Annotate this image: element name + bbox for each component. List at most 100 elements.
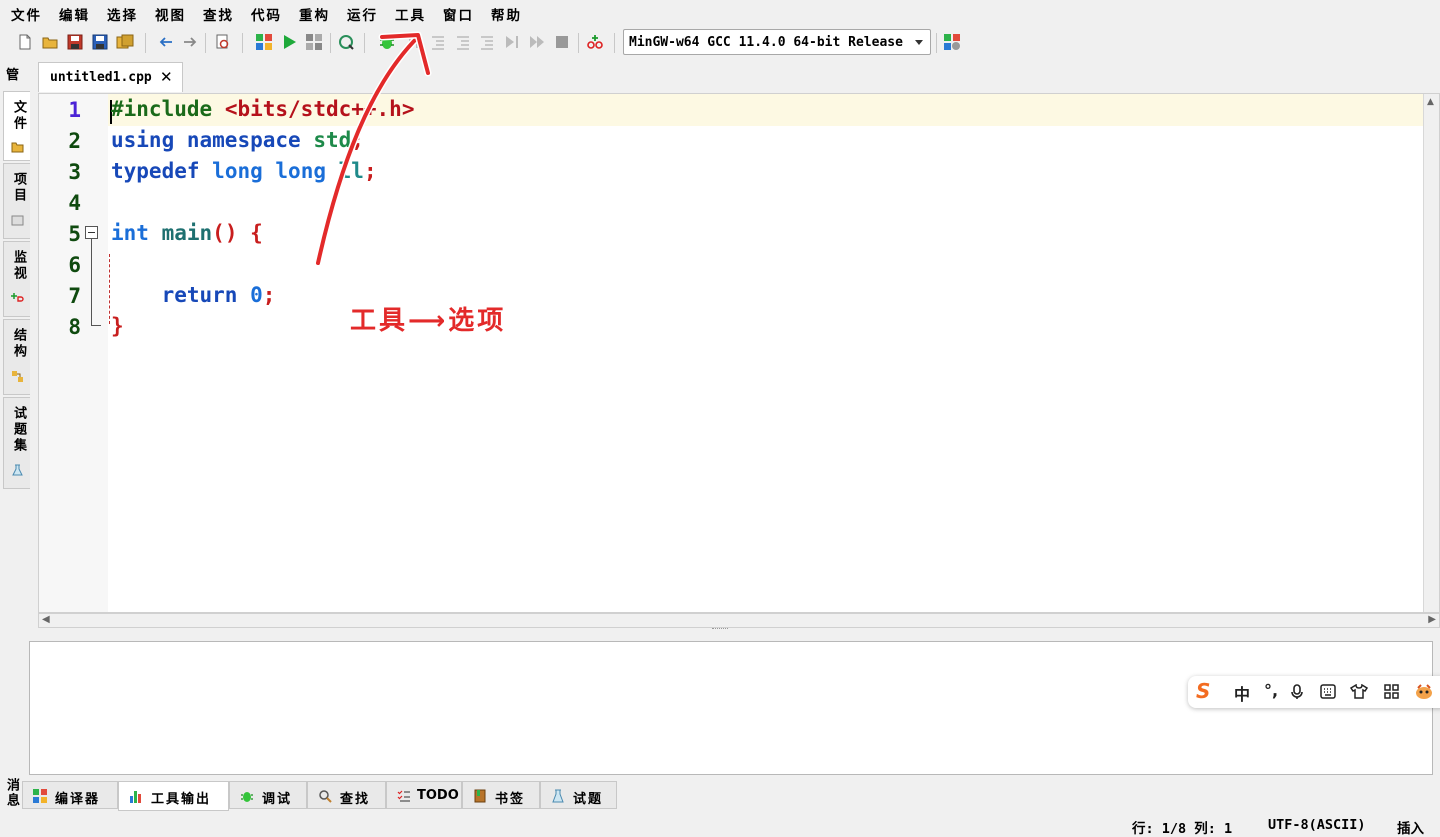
status-bar: 行: 1/8 列: 1 UTF-8(ASCII) 插入 bbox=[0, 812, 1440, 837]
compiler-set-select[interactable]: MinGW-w64 GCC 11.4.0 64-bit Release bbox=[623, 29, 931, 55]
keyword-token: return bbox=[161, 283, 238, 307]
save-as-icon[interactable] bbox=[91, 33, 109, 51]
step-out-icon[interactable] bbox=[478, 33, 496, 51]
bottom-tab-bar: 编译器 工具输出 调试 查找 TODO 书签 试题 bbox=[22, 781, 722, 811]
menu-run[interactable]: 运行 bbox=[347, 4, 378, 24]
checklist-icon bbox=[397, 790, 410, 802]
menu-file[interactable]: 文件 bbox=[11, 4, 42, 24]
punctuation-toggle[interactable]: °, bbox=[1264, 681, 1278, 700]
toolbar-separator bbox=[578, 33, 579, 53]
scroll-right-icon[interactable]: ▶ bbox=[1428, 614, 1436, 625]
vertical-scrollbar[interactable]: ▲ bbox=[1423, 94, 1439, 612]
run-to-cursor-icon[interactable] bbox=[503, 33, 521, 51]
toolbar-separator bbox=[936, 33, 937, 53]
tab-watch-label: 监视 bbox=[11, 250, 26, 282]
search-icon bbox=[319, 790, 332, 803]
scroll-up-icon[interactable]: ▲ bbox=[1427, 97, 1434, 107]
bar-chart-icon bbox=[130, 791, 141, 803]
menu-edit[interactable]: 编辑 bbox=[59, 4, 90, 24]
tab-untitled1[interactable]: untitled1.cpp ✕ bbox=[38, 62, 183, 92]
menu-view[interactable]: 视图 bbox=[155, 4, 186, 24]
brace-token: } bbox=[111, 314, 124, 338]
open-folder-icon[interactable] bbox=[41, 33, 59, 51]
menu-window[interactable]: 窗口 bbox=[443, 4, 474, 24]
toolbox-grid-icon[interactable] bbox=[1384, 684, 1399, 699]
tab-watch[interactable]: 监视 bbox=[3, 241, 30, 317]
annotation-text: 工具⟶选项 bbox=[350, 306, 507, 336]
menu-help[interactable]: 帮助 bbox=[491, 4, 522, 24]
chevron-down-icon bbox=[915, 40, 923, 45]
toolbar-separator bbox=[242, 33, 243, 53]
tab-debug[interactable]: 调试 bbox=[229, 781, 307, 809]
compile-icon[interactable] bbox=[255, 33, 273, 51]
flask-icon bbox=[12, 464, 23, 476]
step-into-icon[interactable] bbox=[454, 33, 472, 51]
fold-toggle-icon[interactable] bbox=[85, 226, 98, 239]
tab-problem-set-label: 试题集 bbox=[11, 406, 26, 454]
mascot-icon[interactable] bbox=[1414, 683, 1434, 701]
keyboard-icon[interactable] bbox=[1320, 684, 1336, 699]
menu-search[interactable]: 查找 bbox=[203, 4, 234, 24]
tab-project[interactable]: 项目 bbox=[3, 163, 30, 239]
save-icon[interactable] bbox=[66, 33, 84, 51]
run-icon[interactable] bbox=[280, 33, 298, 51]
brace-token: { bbox=[250, 221, 263, 245]
code-line-2: using namespace std; bbox=[111, 128, 364, 152]
tab-problem-set[interactable]: 试题集 bbox=[3, 397, 30, 489]
flask-icon bbox=[552, 789, 564, 803]
tab-tool-output[interactable]: 工具输出 bbox=[118, 781, 229, 811]
code-line-8: } bbox=[111, 314, 124, 338]
menu-refactor[interactable]: 重构 bbox=[299, 4, 330, 24]
messages-side-label[interactable]: 消息 bbox=[2, 778, 21, 808]
line-number: 8 bbox=[68, 315, 81, 339]
menu-code[interactable]: 代码 bbox=[251, 4, 282, 24]
menu-select[interactable]: 选择 bbox=[107, 4, 138, 24]
new-file-icon[interactable] bbox=[16, 33, 34, 51]
keyword-token: typedef bbox=[111, 159, 200, 183]
fold-line bbox=[91, 239, 92, 325]
ime-mode-toggle[interactable]: 中 bbox=[1234, 681, 1250, 705]
redo-icon[interactable] bbox=[181, 33, 199, 51]
sogou-logo-icon[interactable]: S bbox=[1196, 679, 1210, 703]
continue-icon[interactable] bbox=[528, 33, 546, 51]
debug-bug-icon[interactable] bbox=[378, 33, 396, 51]
tab-files[interactable]: 文件 bbox=[3, 91, 30, 161]
indent-guide bbox=[109, 254, 110, 324]
tab-search[interactable]: 查找 bbox=[307, 781, 386, 809]
code-editor[interactable]: 1 2 3 4 5 6 7 8 #include <bits/stdc++.h>… bbox=[38, 93, 1440, 613]
tab-bookmarks-label: 书签 bbox=[495, 792, 526, 807]
tab-problems[interactable]: 试题 bbox=[540, 781, 617, 809]
tab-compiler[interactable]: 编译器 bbox=[22, 781, 118, 809]
menu-tools[interactable]: 工具 bbox=[395, 4, 426, 24]
close-icon[interactable]: ✕ bbox=[160, 68, 173, 86]
tab-todo[interactable]: TODO bbox=[386, 781, 462, 809]
keyword-token: namespace bbox=[186, 128, 301, 152]
file-encoding[interactable]: UTF-8(ASCII) bbox=[1268, 817, 1366, 833]
skin-shirt-icon[interactable] bbox=[1350, 684, 1368, 699]
tab-structure[interactable]: 结构 bbox=[3, 319, 30, 395]
find-in-file-icon[interactable] bbox=[214, 33, 232, 51]
step-over-icon[interactable] bbox=[429, 33, 447, 51]
bug-icon bbox=[241, 792, 253, 802]
stop-icon[interactable] bbox=[553, 33, 571, 51]
horizontal-scrollbar[interactable]: ◀ ▶ bbox=[38, 613, 1440, 628]
tab-bookmarks[interactable]: 书签 bbox=[462, 781, 540, 809]
project-icon bbox=[11, 215, 24, 226]
undo-icon[interactable] bbox=[157, 33, 175, 51]
rebuild-icon[interactable] bbox=[337, 33, 355, 51]
tool-output-area[interactable]: S 中 °, bbox=[29, 641, 1440, 775]
microphone-icon[interactable] bbox=[1290, 684, 1304, 700]
toolbar-separator bbox=[145, 33, 146, 53]
code-line-5: int main() { bbox=[111, 221, 263, 245]
compiler-options-icon[interactable] bbox=[943, 33, 961, 51]
save-all-icon[interactable] bbox=[116, 33, 134, 51]
tab-structure-label: 结构 bbox=[11, 328, 26, 360]
pause-icon[interactable] bbox=[405, 33, 423, 51]
scroll-left-icon[interactable]: ◀ bbox=[42, 614, 50, 625]
function-token: main bbox=[161, 221, 213, 245]
identifier-token: ll bbox=[338, 159, 364, 183]
compiler-icon bbox=[33, 789, 47, 803]
compile-run-icon[interactable] bbox=[305, 33, 323, 51]
add-watch-icon[interactable] bbox=[586, 33, 604, 51]
splitter-handle[interactable] bbox=[712, 628, 728, 632]
